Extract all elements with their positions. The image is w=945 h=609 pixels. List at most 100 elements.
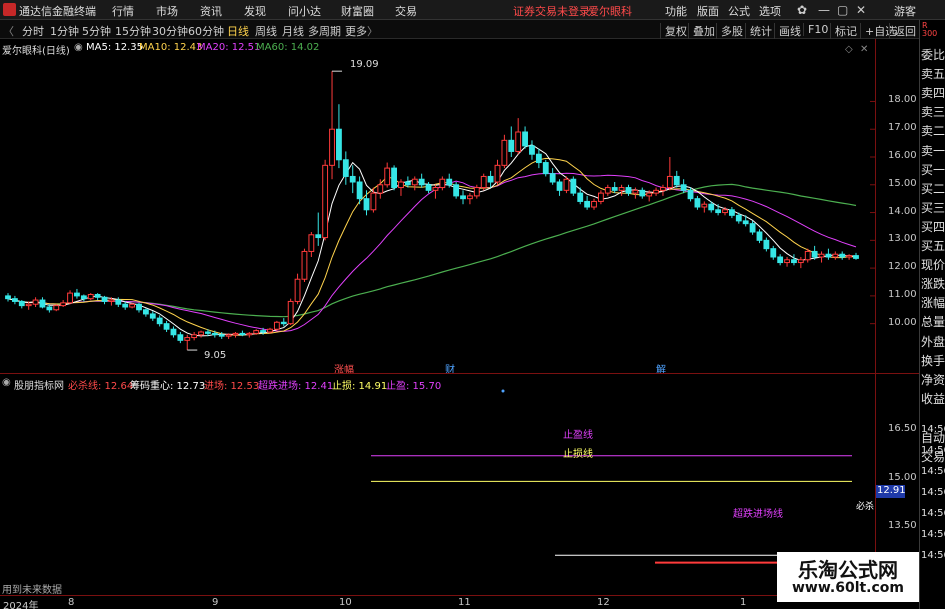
candle-body xyxy=(18,300,25,307)
candle-body xyxy=(170,328,177,336)
panel-item[interactable]: 涨跌 xyxy=(921,275,945,292)
menu-wealth[interactable]: 财富圈 xyxy=(341,3,374,19)
candle-body xyxy=(680,184,687,191)
draw-line-button[interactable]: 画线 xyxy=(774,23,801,39)
panel-item[interactable]: 卖五 xyxy=(921,65,945,82)
panel-item[interactable]: 买四 xyxy=(921,218,945,235)
trade-time: 14:56 xyxy=(921,529,945,540)
period-intraday[interactable]: 分时 xyxy=(22,23,44,39)
candle-body xyxy=(625,187,632,194)
back-arrow-icon[interactable]: 〈 xyxy=(3,23,14,39)
panel-item[interactable]: 涨幅 xyxy=(921,294,945,311)
panel-item[interactable]: 买一 xyxy=(921,161,945,178)
candle-body xyxy=(460,195,466,200)
menu-ask[interactable]: 问小达 xyxy=(288,3,321,19)
skin-icon[interactable]: ✿ xyxy=(797,3,807,17)
panel-item[interactable]: 收益 xyxy=(921,390,945,407)
menu-discover[interactable]: 发现 xyxy=(244,3,266,19)
indicator-toggle-icon[interactable]: ◉ xyxy=(2,377,11,388)
panel-header[interactable]: R 300 xyxy=(922,22,945,38)
candle-body xyxy=(522,131,528,147)
restore-rights-button[interactable]: 复权 xyxy=(660,23,687,39)
signal-dot-top xyxy=(501,389,505,393)
menu-options[interactable]: 选项 xyxy=(759,3,781,19)
close-icon[interactable]: ✕ xyxy=(856,3,866,17)
minimize-icon[interactable]: — xyxy=(818,3,830,17)
candle-body xyxy=(708,203,715,211)
panel-item[interactable]: 换手 xyxy=(921,352,945,369)
period-daily[interactable]: 日线 xyxy=(227,23,249,39)
candle-body xyxy=(770,248,777,258)
panel-item[interactable]: 卖二 xyxy=(921,122,945,139)
period-multi[interactable]: 多周期 xyxy=(308,23,341,39)
menu-function[interactable]: 功能 xyxy=(665,3,687,19)
date-label-oct: 10 xyxy=(339,597,352,608)
date-label-aug: 8 xyxy=(68,597,75,608)
panel-item[interactable]: 外盘 xyxy=(921,333,945,350)
mark-button[interactable]: 标记 xyxy=(830,23,857,39)
indicator-chart[interactable]: ◉ 股朋指标网 必杀线: 12.64 筹码重心: 12.73 进场: 12.53… xyxy=(0,373,875,595)
menu-layout[interactable]: 版面 xyxy=(697,3,719,19)
ma-toggle-icon[interactable]: ◉ xyxy=(74,42,83,53)
menu-news[interactable]: 资讯 xyxy=(200,3,222,19)
candle-body xyxy=(763,239,770,250)
guest-label[interactable]: 游客 xyxy=(894,3,916,19)
menu-formula[interactable]: 公式 xyxy=(728,3,750,19)
ma5-label: MA5: 12.35 xyxy=(86,42,144,53)
ma10-label: MA10: 12.43 xyxy=(139,42,203,53)
price-tick-label: 11.00 xyxy=(888,288,917,300)
candle-body xyxy=(501,139,508,166)
panel-item[interactable]: 买二 xyxy=(921,180,945,197)
panel-item[interactable]: 买三 xyxy=(921,199,945,216)
period-30min[interactable]: 30分钟 xyxy=(152,23,188,39)
indicator-svg[interactable] xyxy=(0,374,875,596)
menu-trade[interactable]: 交易 xyxy=(395,3,417,19)
panel-item[interactable]: 现价 xyxy=(921,256,945,273)
candle-body xyxy=(556,181,563,191)
candle-body xyxy=(184,337,191,341)
candlestick-svg[interactable] xyxy=(0,39,875,373)
candle-body xyxy=(515,131,522,152)
indicator-tick-label: 16.50 xyxy=(888,422,917,434)
candle-body xyxy=(584,200,591,208)
candle-body xyxy=(384,167,391,186)
period-60min[interactable]: 60分钟 xyxy=(188,23,224,39)
panel-item[interactable]: 委比 xyxy=(921,46,945,63)
f10-button[interactable]: F10 xyxy=(803,23,828,36)
period-15min[interactable]: 15分钟 xyxy=(115,23,151,39)
kill-line-tag: 必杀 xyxy=(856,502,875,512)
trade-time: 14:56 xyxy=(921,508,945,519)
return-button[interactable]: 返回 xyxy=(889,23,916,39)
period-monthly[interactable]: 月线 xyxy=(282,23,304,39)
candle-body xyxy=(149,313,156,319)
panel-item[interactable]: 卖一 xyxy=(921,142,945,159)
candle-body xyxy=(632,189,639,194)
period-1min[interactable]: 1分钟 xyxy=(50,23,79,39)
multi-stock-button[interactable]: 多股 xyxy=(716,23,743,39)
menu-market[interactable]: 市场 xyxy=(156,3,178,19)
close-chart-icon[interactable]: ✕ xyxy=(860,44,868,55)
panel-item[interactable]: 卖四 xyxy=(921,84,945,101)
panel-item[interactable]: 净资 xyxy=(921,371,945,388)
panel-item[interactable]: 总量 xyxy=(921,313,945,330)
collapse-icon[interactable]: ◇ xyxy=(845,44,853,55)
statistics-button[interactable]: 统计 xyxy=(745,23,772,39)
panel-item[interactable]: 卖三 xyxy=(921,103,945,120)
ma60-line xyxy=(7,183,857,318)
menu-quotes[interactable]: 行情 xyxy=(112,3,134,19)
period-more[interactable]: 更多 xyxy=(345,23,367,39)
date-label-sep: 9 xyxy=(212,597,219,608)
candlestick-chart[interactable]: 爱尔眼科(日线) ◉ MA5: 12.35 MA10: 12.43 MA20: … xyxy=(0,39,875,376)
login-notice[interactable]: 证券交易未登录 xyxy=(513,3,590,19)
more-chevron-icon[interactable]: 〉 xyxy=(367,23,378,39)
ma5-line xyxy=(7,144,857,337)
maximize-icon[interactable]: ▢ xyxy=(837,3,848,17)
panel-item[interactable]: 买五 xyxy=(921,237,945,254)
candle-body xyxy=(191,334,198,339)
candle-body xyxy=(570,178,577,194)
period-5min[interactable]: 5分钟 xyxy=(82,23,111,39)
candle-body xyxy=(273,321,280,330)
period-weekly[interactable]: 周线 xyxy=(255,23,277,39)
quote-side-panel[interactable]: R 300 委比卖五卖四卖三卖二卖一买一买二买三买四买五现价涨跌涨幅总量外盘换手… xyxy=(919,20,945,609)
overlay-button[interactable]: 叠加 xyxy=(688,23,715,39)
